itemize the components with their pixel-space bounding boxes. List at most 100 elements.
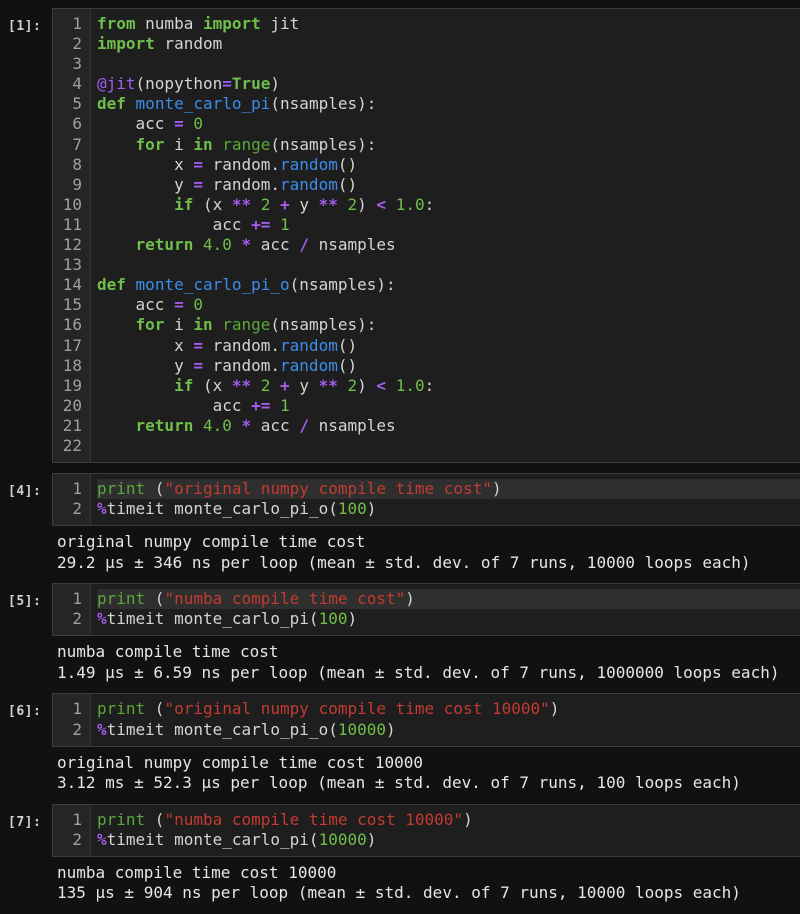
code-token: timeit monte_carlo_pi( — [106, 609, 319, 629]
code-token: ** — [231, 194, 252, 214]
code-token: for — [135, 134, 165, 154]
code-area[interactable]: print ("original numpy compile time cost… — [91, 694, 800, 745]
code-editor[interactable]: 12 print ("numba compile time cost") %tim… — [52, 583, 800, 637]
code-token: random — [280, 174, 338, 194]
code-editor[interactable]: 12 print ("numba compile time cost 10000… — [52, 803, 800, 857]
code-token: "numba compile time cost" — [164, 589, 406, 609]
execution-count-prompt: [5]: — [8, 594, 42, 610]
code-token: random — [154, 34, 223, 54]
code-editor[interactable]: 1 2 3 4 5 6 7 8 9 10 11 12 13 14 15 16 17 18 19 20 21 22 from… — [52, 8, 800, 464]
code-line[interactable]: for i in range(nsamples): — [97, 135, 800, 155]
notebook-cell[interactable]: [4]: 12 print ("original numpy compile t… — [0, 473, 800, 573]
code-line[interactable]: acc = 0 — [97, 114, 800, 134]
code-token: random — [280, 154, 338, 174]
code-token: acc — [97, 114, 175, 134]
code-line[interactable]: %timeit monte_carlo_pi(100) — [97, 609, 800, 629]
code-area[interactable]: print ("numba compile time cost") %timeit… — [91, 584, 800, 635]
code-token: : — [424, 375, 435, 395]
line-number: 1 — [72, 699, 82, 719]
code-line[interactable]: acc += 1 — [97, 396, 800, 416]
code-token: () — [337, 154, 358, 174]
notebook-cell[interactable]: [1]: 1 2 3 4 5 6 7 8 9 10 11 12 13 14 15 16 17 18 19 20 21 22… — [0, 8, 800, 464]
code-line[interactable]: print ("numba compile time cost") — [97, 589, 800, 610]
code-line[interactable] — [97, 54, 800, 74]
code-token: ( — [145, 479, 165, 499]
code-line[interactable]: print ("numba compile time cost 10000") — [97, 810, 800, 830]
code-line[interactable]: print ("original numpy compile time cost… — [97, 699, 800, 719]
code-token: 10000 — [318, 829, 367, 849]
code-token: * — [241, 235, 252, 255]
code-line[interactable] — [97, 255, 800, 275]
notebook: [1]: 1 2 3 4 5 6 7 8 9 10 11 12 13 14 15 16 17 18 19 20 21 22… — [0, 8, 800, 914]
notebook-cell[interactable]: [7]: 12 print ("numba compile time cost … — [0, 803, 800, 904]
code-token: = — [174, 114, 184, 134]
line-number: 1 — [72, 479, 82, 499]
code-line[interactable]: if (x ** 2 + y ** 2) < 1.0: — [97, 195, 800, 215]
code-area[interactable]: print ("original numpy compile time cost… — [91, 474, 800, 525]
notebook-cell[interactable]: [6]: 12 print ("original numpy compile t… — [0, 693, 800, 793]
code-token: 100 — [337, 499, 367, 519]
line-number: 2 — [72, 34, 82, 54]
code-line[interactable]: y = random.random() — [97, 356, 800, 376]
code-line[interactable]: def monte_carlo_pi(nsamples): — [97, 94, 800, 114]
code-line[interactable]: %timeit monte_carlo_pi_o(100) — [97, 499, 800, 519]
code-line[interactable]: @jit(nopython=True) — [97, 74, 800, 94]
code-line[interactable]: for i in range(nsamples): — [97, 315, 800, 335]
code-area[interactable]: print ("numba compile time cost 10000")%… — [91, 805, 800, 856]
execution-count-prompt: [4]: — [8, 484, 42, 500]
code-token: += — [251, 395, 271, 415]
line-number: 2 — [72, 719, 82, 739]
code-token: acc — [97, 395, 252, 415]
code-line[interactable]: return 4.0 * acc / nsamples — [97, 416, 800, 436]
code-line[interactable]: x = random.random() — [97, 155, 800, 175]
code-line[interactable] — [97, 436, 800, 456]
code-line[interactable]: from numba import jit — [97, 14, 800, 34]
code-token: + — [280, 194, 290, 214]
code-line[interactable]: acc += 1 — [97, 215, 800, 235]
line-number: 16 — [62, 315, 82, 335]
code-line[interactable]: %timeit monte_carlo_pi(10000) — [97, 830, 800, 850]
code-line[interactable]: if (x ** 2 + y ** 2) < 1.0: — [97, 376, 800, 396]
code-token: * — [241, 415, 252, 435]
line-number: 4 — [72, 74, 82, 94]
code-token: i — [164, 134, 194, 154]
code-area[interactable]: from numba import jit import random @jit(… — [91, 9, 800, 462]
code-token: (nsamples): — [270, 315, 377, 335]
code-token: y — [289, 375, 319, 395]
line-number-gutter: 12 — [53, 584, 91, 636]
line-number: 8 — [72, 154, 82, 174]
code-token: random — [280, 335, 338, 355]
line-number: 9 — [72, 174, 82, 194]
code-token: acc — [97, 295, 175, 315]
code-line[interactable]: %timeit monte_carlo_pi_o(10000) — [97, 720, 800, 740]
code-token: import — [202, 14, 261, 33]
code-token: 2 — [347, 375, 358, 395]
code-token: = — [193, 335, 203, 355]
code-line[interactable]: print ("original numpy compile time cost… — [97, 479, 800, 500]
output-line: original numpy compile time cost 10000 — [57, 752, 424, 772]
code-line[interactable]: return 4.0 * acc / nsamples — [97, 235, 800, 255]
code-editor[interactable]: 12 print ("original numpy compile time c… — [52, 693, 800, 747]
code-token: timeit monte_carlo_pi( — [106, 829, 319, 849]
code-token: x — [97, 154, 194, 174]
code-line[interactable]: y = random.random() — [97, 175, 800, 195]
code-line[interactable]: import random — [97, 34, 800, 54]
line-number: 7 — [72, 134, 82, 154]
code-token: % — [97, 499, 107, 519]
code-token: ( — [145, 589, 165, 609]
code-token: random. — [202, 335, 281, 355]
code-token: 100 — [318, 609, 348, 629]
code-token: jit — [260, 14, 300, 33]
code-line[interactable]: x = random.random() — [97, 336, 800, 356]
code-editor[interactable]: 12 print ("original numpy compile time c… — [52, 473, 800, 527]
line-number: 14 — [62, 275, 82, 295]
code-line[interactable]: def monte_carlo_pi_o(nsamples): — [97, 275, 800, 295]
notebook-cell[interactable]: [5]: 12 print ("numba compile time cost"… — [0, 583, 800, 683]
code-line[interactable]: acc = 0 — [97, 295, 800, 315]
